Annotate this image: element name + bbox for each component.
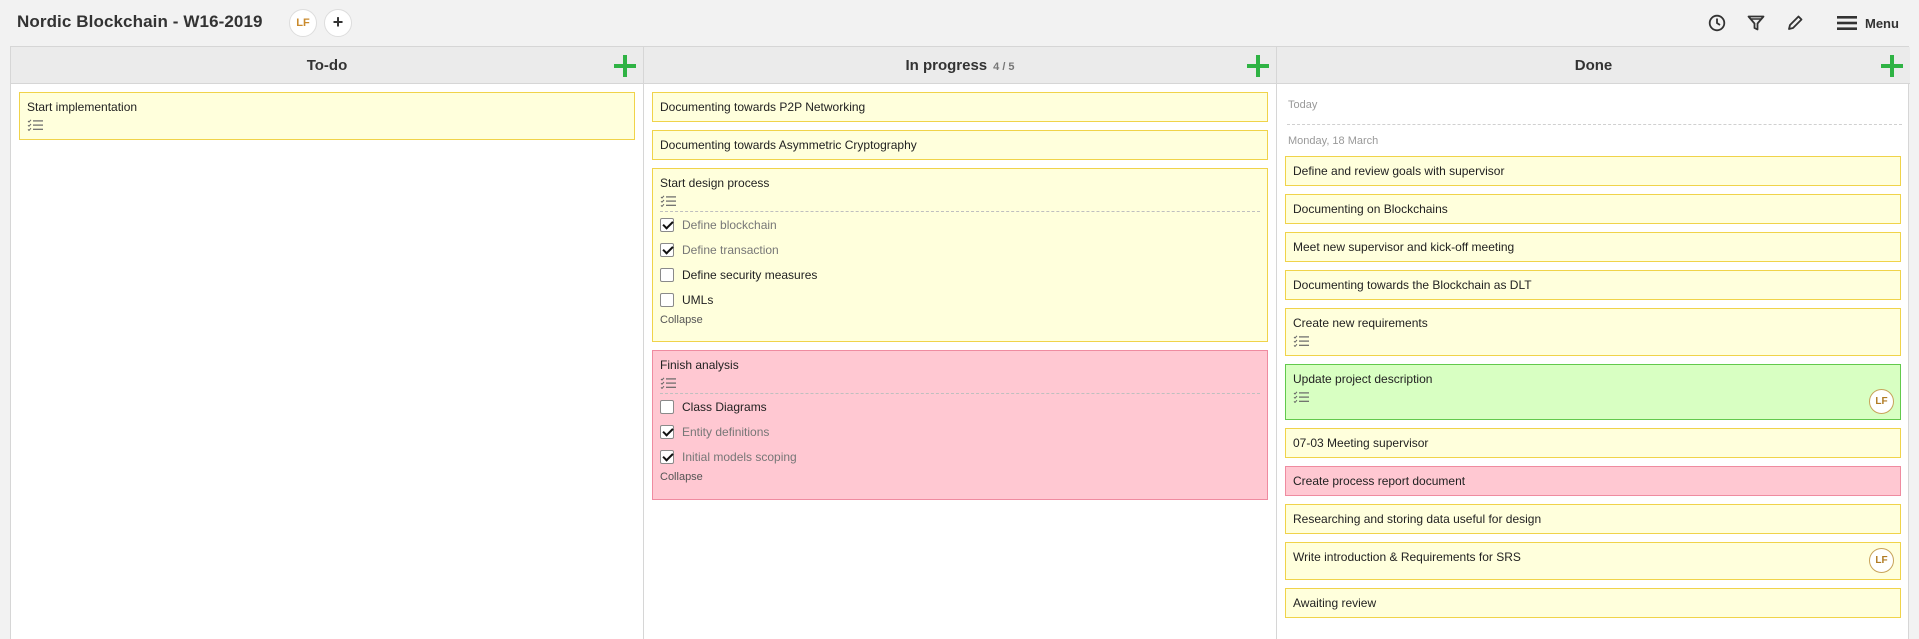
collapse-link[interactable]: Collapse xyxy=(660,471,1260,483)
section-label-date: Monday, 18 March xyxy=(1288,135,1379,147)
assignee-avatar[interactable]: LF xyxy=(1869,389,1894,414)
card-title: 07-03 Meeting supervisor xyxy=(1293,436,1429,450)
card-create-requirements[interactable]: Create new requirements xyxy=(1285,308,1901,356)
column-done: Done Today Monday, 18 March Define and r… xyxy=(1277,47,1910,639)
checklist-item[interactable]: Define transaction xyxy=(660,237,1260,262)
section-label-today: Today xyxy=(1288,99,1318,111)
checkbox-checked[interactable] xyxy=(660,449,674,464)
checklist-icon xyxy=(660,195,676,207)
column-header-todo: To-do xyxy=(11,47,643,84)
card-meet-supervisor[interactable]: Meet new supervisor and kick-off meeting xyxy=(1285,232,1901,262)
checklist-icon xyxy=(1293,335,1309,347)
add-card-button-in-progress[interactable] xyxy=(1247,55,1269,77)
filter-icon xyxy=(1747,15,1765,31)
checklist-item-label: UMLs xyxy=(682,292,714,307)
checklist-item[interactable]: Define security measures xyxy=(660,262,1260,287)
wip-limit-badge: 4 / 5 xyxy=(993,61,1015,73)
card-title: Define and review goals with supervisor xyxy=(1293,164,1505,178)
column-in-progress: In progress 4 / 5 Documenting towards P2P… xyxy=(644,47,1277,639)
column-title: Done xyxy=(1574,57,1613,74)
menu-button[interactable]: Menu xyxy=(1837,12,1899,34)
checklist-item-label: Initial models scoping xyxy=(682,449,797,464)
checklist-item[interactable]: Class Diagrams xyxy=(660,394,1260,419)
checklist-item[interactable]: Define blockchain xyxy=(660,212,1260,237)
card-researching-data[interactable]: Researching and storing data useful for … xyxy=(1285,504,1901,534)
checkbox-unchecked[interactable] xyxy=(660,292,674,307)
add-card-button-done[interactable] xyxy=(1881,55,1903,77)
card-blockchain-dlt[interactable]: Documenting towards the Blockchain as DL… xyxy=(1285,270,1901,300)
card-title: Write introduction & Requirements for SR… xyxy=(1293,550,1521,564)
card-asymmetric-cryptography[interactable]: Documenting towards Asymmetric Cryptogra… xyxy=(652,130,1268,160)
add-member-button[interactable]: + xyxy=(324,9,352,37)
kanban-board: To-do Start implementation In progress 4 … xyxy=(10,46,1910,639)
checklist-item[interactable]: Initial models scoping xyxy=(660,444,1260,469)
card-title: Create process report document xyxy=(1293,474,1466,488)
checklist-item-label: Entity definitions xyxy=(682,424,770,439)
section-divider xyxy=(1287,124,1902,125)
card-title: Documenting towards the Blockchain as DL… xyxy=(1293,278,1532,292)
card-awaiting-review[interactable]: Awaiting review xyxy=(1285,588,1901,618)
card-process-report[interactable]: Create process report document xyxy=(1285,466,1901,496)
card-title: Researching and storing data useful for … xyxy=(1293,512,1542,526)
checklist-item[interactable]: UMLs xyxy=(660,287,1260,312)
pencil-icon xyxy=(1788,15,1803,30)
card-define-review-goals[interactable]: Define and review goals with supervisor xyxy=(1285,156,1901,186)
checklist-icon xyxy=(1293,391,1309,403)
add-card-button-todo[interactable] xyxy=(614,55,636,77)
checklist-item-label: Define security measures xyxy=(682,267,818,282)
checklist-item-label: Define blockchain xyxy=(682,217,777,232)
menu-label: Menu xyxy=(1865,15,1899,31)
checkbox-checked[interactable] xyxy=(660,424,674,439)
column-header-in-progress: In progress 4 / 5 xyxy=(644,47,1276,84)
card-start-design-process[interactable]: Start design process Define blockchain D… xyxy=(652,168,1268,342)
column-title: In progress xyxy=(905,57,988,74)
hamburger-icon xyxy=(1837,16,1857,30)
card-title: Finish analysis xyxy=(660,358,739,372)
edit-button[interactable] xyxy=(1784,12,1806,34)
checkbox-unchecked[interactable] xyxy=(660,267,674,282)
card-title: Documenting on Blockchains xyxy=(1293,202,1448,216)
column-title: To-do xyxy=(306,57,348,74)
checkbox-checked[interactable] xyxy=(660,217,674,232)
filter-button[interactable] xyxy=(1745,12,1767,34)
card-title: Start design process xyxy=(660,176,770,190)
clock-icon xyxy=(1708,14,1726,32)
checklist-item-label: Define transaction xyxy=(682,242,779,257)
card-update-project-description[interactable]: Update project description LF xyxy=(1285,364,1901,420)
card-title: Documenting towards Asymmetric Cryptogra… xyxy=(660,138,917,152)
card-p2p-networking[interactable]: Documenting towards P2P Networking xyxy=(652,92,1268,122)
card-title: Awaiting review xyxy=(1293,596,1377,610)
checklist-item[interactable]: Entity definitions xyxy=(660,419,1260,444)
card-write-introduction[interactable]: Write introduction & Requirements for SR… xyxy=(1285,542,1901,580)
top-bar: Nordic Blockchain - W16-2019 LF + Menu xyxy=(0,0,1919,46)
card-title: Meet new supervisor and kick-off meeting xyxy=(1293,240,1515,254)
card-title: Create new requirements xyxy=(1293,316,1428,330)
card-title: Update project description xyxy=(1293,372,1433,386)
history-button[interactable] xyxy=(1706,12,1728,34)
checklist-icon xyxy=(27,119,43,131)
board-title[interactable]: Nordic Blockchain - W16-2019 xyxy=(17,12,263,32)
collapse-link[interactable]: Collapse xyxy=(660,314,1260,326)
column-todo: To-do Start implementation xyxy=(11,47,644,639)
checkbox-unchecked[interactable] xyxy=(660,399,674,414)
assignee-avatar[interactable]: LF xyxy=(1869,548,1894,573)
card-documenting-blockchains[interactable]: Documenting on Blockchains xyxy=(1285,194,1901,224)
card-title: Documenting towards P2P Networking xyxy=(660,100,866,114)
checkbox-checked[interactable] xyxy=(660,242,674,257)
card-meeting-supervisor[interactable]: 07-03 Meeting supervisor xyxy=(1285,428,1901,458)
card-finish-analysis[interactable]: Finish analysis Class Diagrams Entity de… xyxy=(652,350,1268,500)
checklist-icon xyxy=(660,377,676,389)
card-start-implementation[interactable]: Start implementation xyxy=(19,92,635,140)
column-header-done: Done xyxy=(1277,47,1910,84)
checklist-item-label: Class Diagrams xyxy=(682,399,767,414)
member-avatar[interactable]: LF xyxy=(289,9,317,37)
card-title: Start implementation xyxy=(27,100,138,114)
